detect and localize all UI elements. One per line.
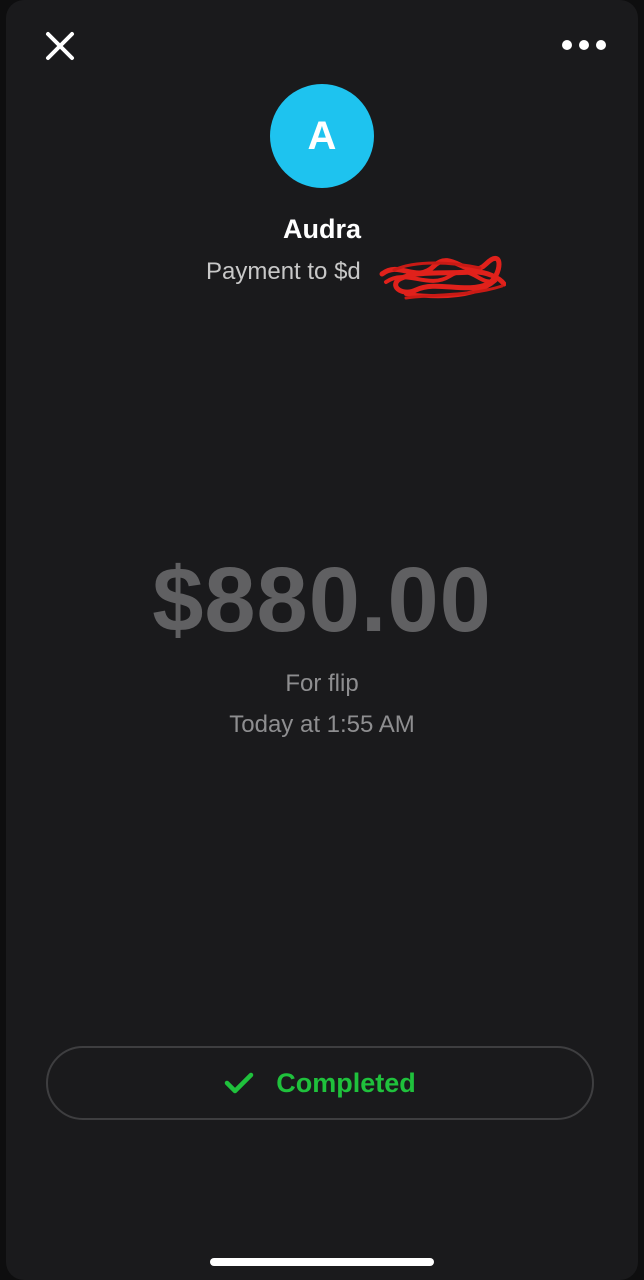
payment-timestamp: Today at 1:55 AM [229, 711, 415, 738]
home-indicator[interactable] [210, 1258, 434, 1266]
avatar[interactable]: A [270, 84, 374, 188]
redaction-scribble [379, 255, 506, 300]
payment-detail-screen: A Audra Payment to $d $880.00 For flip T… [6, 0, 638, 1280]
payment-to-cashtag: Payment to $d [206, 258, 361, 285]
close-button[interactable] [40, 26, 80, 66]
more-horizontal-icon [562, 40, 606, 50]
more-options-button[interactable] [558, 30, 610, 60]
status-badge[interactable]: Completed [46, 1046, 594, 1120]
checkmark-icon [224, 1072, 254, 1094]
status-label: Completed [276, 1067, 416, 1098]
recipient-name: Audra [282, 214, 361, 244]
close-icon [46, 32, 74, 60]
payment-amount: $880.00 [152, 549, 492, 651]
payment-note: For flip [285, 670, 359, 697]
